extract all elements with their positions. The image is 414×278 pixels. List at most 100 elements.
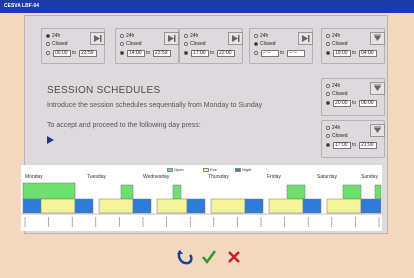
from-time-field[interactable]: 19:00 [333, 50, 351, 57]
from-time-field[interactable]: 17:00 [191, 50, 209, 57]
option-closed[interactable]: Closed [254, 41, 276, 47]
bar-wednesday-eve [156, 198, 188, 214]
play-icon [94, 35, 102, 42]
option-closed[interactable]: Closed [326, 41, 348, 47]
radio-closed[interactable] [254, 41, 258, 46]
option-closed-label: Closed [52, 41, 68, 47]
radio-closed[interactable] [326, 91, 330, 96]
to-time-field[interactable]: 23:59 [79, 50, 97, 57]
bar-monday-eve [40, 198, 76, 214]
schedule-bars [21, 182, 382, 227]
radio-custom[interactable] [326, 101, 330, 105]
option-24h-label: 24h [190, 33, 199, 39]
to-time-field[interactable]: 22:00 [217, 50, 235, 57]
option-closed-label: Closed [260, 41, 276, 47]
to-time-field[interactable]: 21:00 [359, 142, 377, 149]
from-time-field[interactable]: 00:00 [53, 50, 71, 57]
accept-button[interactable] [200, 248, 218, 266]
radio-closed[interactable] [120, 41, 124, 46]
to-time-field[interactable]: 23:59 [153, 50, 171, 57]
radio-closed[interactable] [46, 41, 50, 46]
expand-button[interactable] [370, 82, 385, 95]
bar-friday-eve [268, 198, 304, 214]
time-separator: to [72, 50, 77, 56]
radio-24h[interactable] [254, 33, 258, 38]
window-title: CESVA LBF-04 [0, 0, 414, 13]
from-time-field[interactable]: 17:00 [333, 142, 351, 149]
bar-friday-open [286, 184, 306, 200]
radio-custom[interactable] [326, 143, 330, 147]
option-closed-label: Closed [332, 133, 348, 139]
option-closed[interactable]: Closed [46, 41, 68, 47]
option-closed-label: Closed [332, 91, 348, 97]
radio-24h[interactable] [46, 33, 50, 38]
radio-24h[interactable] [326, 83, 330, 88]
day-group-tuesday: 24h Closed 14:00 to 23:59 [115, 28, 179, 64]
play-icon [302, 35, 310, 42]
radio-custom[interactable] [184, 51, 188, 55]
radio-24h[interactable] [184, 33, 188, 38]
radio-24h[interactable] [326, 125, 330, 130]
next-day-button[interactable] [298, 32, 313, 45]
chevron-down-icon [374, 126, 381, 133]
to-time-field[interactable]: 04:00 [359, 50, 377, 57]
day-group-saturday: 24h Closed 20:00 to 06:00 [321, 78, 385, 116]
option-24h[interactable]: 24h [254, 33, 268, 39]
option-24h-label: 24h [332, 33, 341, 39]
option-closed-label: Closed [332, 41, 348, 47]
radio-custom[interactable] [254, 51, 258, 55]
check-icon [202, 250, 217, 265]
option-24h-label: 24h [332, 83, 341, 89]
option-24h[interactable]: 24h [184, 33, 198, 39]
radio-closed[interactable] [326, 41, 330, 46]
radio-24h[interactable] [326, 33, 330, 38]
bar-sunday-night [360, 198, 382, 214]
option-24h[interactable]: 24h [46, 33, 60, 39]
bar-monday-night [22, 198, 42, 214]
option-24h[interactable]: 24h [326, 83, 340, 89]
to-time-field[interactable]: --:-- [287, 50, 305, 57]
expand-button[interactable] [370, 124, 385, 137]
time-separator: to [352, 50, 357, 56]
instruction-text: Introduce the session schedules sequenti… [47, 102, 263, 109]
bar-tuesday-open [120, 184, 134, 200]
bar-tuesday-eve [98, 198, 134, 214]
play-icon [232, 35, 240, 42]
from-time-field[interactable]: 20:00 [333, 100, 351, 107]
radio-custom[interactable] [46, 51, 50, 55]
day-group-wednesday: 24h Closed 17:00 to 22:00 [179, 28, 243, 64]
day-group-sunday: 24h Closed 17:00 to 21:00 [321, 120, 385, 158]
option-closed-label: Closed [126, 41, 142, 47]
next-day-button[interactable] [228, 32, 243, 45]
hour-ticks [24, 217, 380, 227]
from-time-field[interactable]: 14:00 [127, 50, 145, 57]
radio-closed[interactable] [184, 41, 188, 46]
cancel-button[interactable] [225, 248, 243, 266]
option-closed[interactable]: Closed [120, 41, 142, 47]
from-time-field[interactable]: --:-- [261, 50, 279, 57]
proceed-text: To accept and proceed to the following d… [47, 122, 201, 129]
cross-icon [228, 251, 240, 263]
radio-custom[interactable] [120, 51, 124, 55]
play-arrow-icon [47, 136, 54, 144]
bar-wednesday-open [172, 184, 182, 200]
to-time-field[interactable]: 06:00 [359, 100, 377, 107]
next-day-button[interactable] [90, 32, 105, 45]
option-24h-label: 24h [52, 33, 61, 39]
option-24h[interactable]: 24h [120, 33, 134, 39]
back-button[interactable] [176, 248, 194, 266]
option-closed[interactable]: Closed [184, 41, 206, 47]
day-group-friday: 24h Closed 19:00 to 04:00 [321, 28, 385, 64]
option-24h[interactable]: 24h [326, 125, 340, 131]
option-24h-label: 24h [260, 33, 269, 39]
radio-custom[interactable] [326, 51, 330, 55]
option-closed[interactable]: Closed [326, 91, 348, 97]
expand-button[interactable] [370, 32, 385, 45]
time-separator: to [280, 50, 285, 56]
radio-closed[interactable] [326, 133, 330, 138]
play-icon [168, 35, 176, 42]
next-day-button[interactable] [164, 32, 179, 45]
option-24h[interactable]: 24h [326, 33, 340, 39]
option-closed[interactable]: Closed [326, 133, 348, 139]
radio-24h[interactable] [120, 33, 124, 38]
